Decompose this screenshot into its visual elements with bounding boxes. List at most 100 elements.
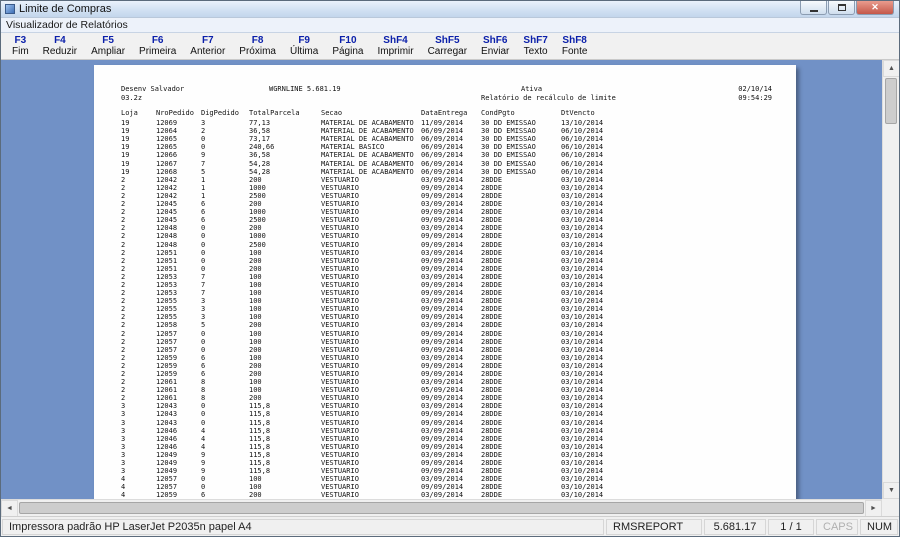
- report-cell: 0: [201, 345, 206, 354]
- report-cell: 03/10/2014: [561, 191, 604, 200]
- fim-button[interactable]: F3 Fim: [5, 34, 36, 58]
- report-cell: 12042: [156, 191, 178, 200]
- report-cell: 0: [201, 264, 206, 273]
- window-controls: ✕: [799, 1, 894, 15]
- report-cell: 03/09/2014: [421, 272, 464, 281]
- report-cell: 28DDE: [481, 329, 503, 338]
- report-cell: 12053: [156, 280, 178, 289]
- report-cell: 1: [201, 183, 206, 192]
- report-cell: 28DDE: [481, 313, 503, 322]
- texto-button[interactable]: ShF7 Texto: [516, 34, 554, 58]
- report-cell: 28DDE: [481, 305, 503, 314]
- report-cell: 12051: [156, 248, 178, 257]
- report-cell: VESTUARIO: [321, 402, 359, 411]
- report-cell: 09/09/2014: [421, 418, 464, 427]
- report-cell: 2: [121, 305, 126, 314]
- report-cell: 28DDE: [481, 280, 503, 289]
- report-row: 3 12046 4 115,8 VESTUARIO 03/09/2014 28DDE 03/1…: [94, 427, 796, 435]
- report-cell: 09/09/2014: [421, 305, 464, 314]
- report-cell: 7: [201, 289, 206, 298]
- imprimir-button[interactable]: ShF4 Imprimir: [370, 34, 420, 58]
- report-cell: 28DDE: [481, 321, 503, 330]
- child-window-title-bar[interactable]: Visualizador de Relatórios: [1, 18, 899, 33]
- primeira-button[interactable]: F6 Primeira: [132, 34, 183, 58]
- report-cell: 03/09/2014: [421, 353, 464, 362]
- report-cell: 28DDE: [481, 175, 503, 184]
- report-cell: VESTUARIO: [321, 361, 359, 370]
- report-cell: 3: [121, 410, 126, 419]
- report-cell: 12061: [156, 394, 178, 403]
- report-cell: VESTUARIO: [321, 248, 359, 257]
- report-cell: 03/10/2014: [561, 442, 604, 451]
- report-cell: 12043: [156, 418, 178, 427]
- report-cell: 03/10/2014: [561, 402, 604, 411]
- report-cell: 12061: [156, 378, 178, 387]
- ampliar-button[interactable]: F5 Ampliar: [84, 34, 132, 58]
- action-label: Reduzir: [42, 46, 78, 57]
- report-cell: 03/10/2014: [561, 459, 604, 468]
- carregar-button[interactable]: ShF5 Carregar: [421, 34, 474, 58]
- horizontal-scrollbar[interactable]: ◄ ►: [1, 499, 882, 516]
- report-cell: 12045: [156, 208, 178, 217]
- report-cell: 12058: [156, 321, 178, 330]
- title-bar[interactable]: Limite de Compras ✕: [1, 1, 899, 18]
- close-button[interactable]: ✕: [856, 1, 894, 15]
- report-cell: 30 DD EMISSAO: [481, 135, 536, 144]
- report-cell: 28DDE: [481, 378, 503, 387]
- proxima-button[interactable]: F8 Próxima: [232, 34, 283, 58]
- report-cell: 2: [121, 272, 126, 281]
- report-cell: 03/10/2014: [561, 272, 604, 281]
- report-cell: 28DDE: [481, 216, 503, 225]
- report-cell: 200: [249, 321, 262, 330]
- report-cell: 115,8: [249, 402, 271, 411]
- horizontal-scroll-thumb[interactable]: [19, 502, 864, 514]
- report-cell: 28DDE: [481, 208, 503, 217]
- report-cell: 19: [121, 167, 130, 176]
- report-cell: VESTUARIO: [321, 183, 359, 192]
- report-cell: 2: [121, 370, 126, 378]
- report-cell: 03/10/2014: [561, 345, 604, 354]
- fonte-button[interactable]: ShF8 Fonte: [555, 34, 595, 58]
- report-cell: 28DDE: [481, 248, 503, 257]
- report-cell: 3: [201, 305, 206, 314]
- pagina-button[interactable]: F10 Página: [325, 34, 370, 58]
- vertical-scrollbar[interactable]: ▲ ▼: [882, 60, 899, 499]
- report-cell: 03/09/2014: [421, 378, 464, 387]
- report-row: 2 12055 3 100 VESTUARIO 09/09/2014 28DDE 03/10/…: [94, 313, 796, 321]
- report-title: Relatório de recálculo de limite: [481, 94, 616, 102]
- report-cell: 03/10/2014: [561, 200, 604, 209]
- minimize-icon: [809, 9, 818, 12]
- report-cell: 8: [201, 386, 206, 395]
- enviar-button[interactable]: ShF6 Enviar: [474, 34, 516, 58]
- ultima-button[interactable]: F9 Última: [283, 34, 325, 58]
- report-row: 3 12043 0 115,8 VESTUARIO 09/09/2014 28DDE 03/1…: [94, 410, 796, 418]
- maximize-button[interactable]: [828, 1, 855, 15]
- report-cell: 28DDE: [481, 345, 503, 354]
- vertical-scroll-thumb[interactable]: [885, 78, 897, 124]
- scroll-left-button[interactable]: ◄: [1, 500, 18, 516]
- report-cell: 3: [201, 119, 206, 128]
- scroll-right-button[interactable]: ►: [865, 500, 882, 516]
- report-cell: VESTUARIO: [321, 305, 359, 314]
- report-cell: 1000: [249, 208, 266, 217]
- minimize-button[interactable]: [800, 1, 827, 15]
- reduzir-button[interactable]: F4 Reduzir: [36, 34, 84, 58]
- report-cell: 09/09/2014: [421, 289, 464, 298]
- report-cell: 3: [201, 297, 206, 306]
- report-cell: MATERIAL DE ACABAMENTO: [321, 167, 414, 176]
- report-cell: VESTUARIO: [321, 224, 359, 233]
- report-cell: 03/10/2014: [561, 289, 604, 298]
- report-cell: 09/09/2014: [421, 208, 464, 217]
- report-cell: 2: [121, 264, 126, 273]
- report-cell: 03/10/2014: [561, 232, 604, 241]
- report-cell: 2: [121, 208, 126, 217]
- report-row: 3 12049 9 115,8 VESTUARIO 09/09/2014 28DDE 03/1…: [94, 467, 796, 475]
- report-row: 2 12042 1 200 VESTUARIO 03/09/2014 28DDE 03/10/…: [94, 176, 796, 184]
- scroll-up-button[interactable]: ▲: [883, 60, 899, 77]
- report-cell: 54,28: [249, 167, 271, 176]
- anterior-button[interactable]: F7 Anterior: [183, 34, 232, 58]
- scroll-down-button[interactable]: ▼: [883, 482, 899, 499]
- report-cell: 03/10/2014: [561, 208, 604, 217]
- report-cell: 100: [249, 289, 262, 298]
- report-cell: 1000: [249, 232, 266, 241]
